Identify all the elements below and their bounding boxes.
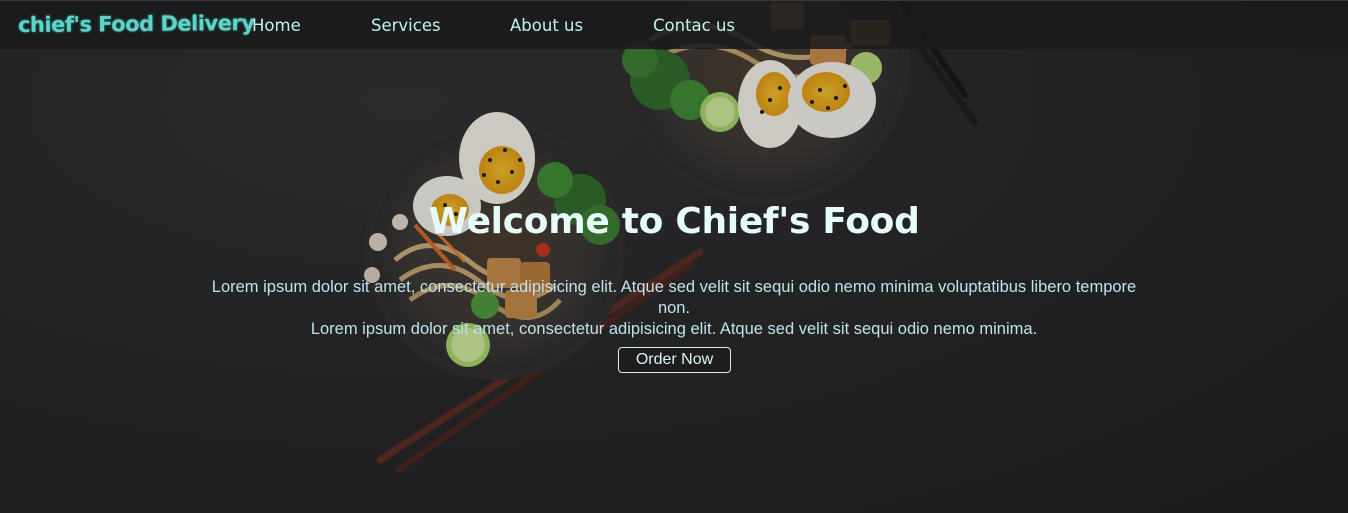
site-logo[interactable]: chief's Food Delivery [18, 11, 255, 37]
top-navbar: chief's Food Delivery Home Services Abou… [0, 0, 1348, 49]
background-overlay [0, 0, 1348, 513]
hero-section: chief's Food Delivery Home Services Abou… [0, 0, 1348, 513]
hero-headline: Welcome to Chief's Food [428, 201, 920, 242]
nav-link-contact-us[interactable]: Contac us [653, 16, 735, 35]
order-now-button[interactable]: Order Now [618, 347, 731, 373]
hero-paragraph-1: Lorem ipsum dolor sit amet, consectetur … [211, 278, 1137, 317]
nav-link-services[interactable]: Services [371, 16, 441, 35]
nav-link-home[interactable]: Home [252, 16, 301, 35]
nav-link-about-us[interactable]: About us [510, 16, 583, 35]
hero-paragraph-2: Lorem ipsum dolor sit amet, consectetur … [310, 320, 1038, 338]
